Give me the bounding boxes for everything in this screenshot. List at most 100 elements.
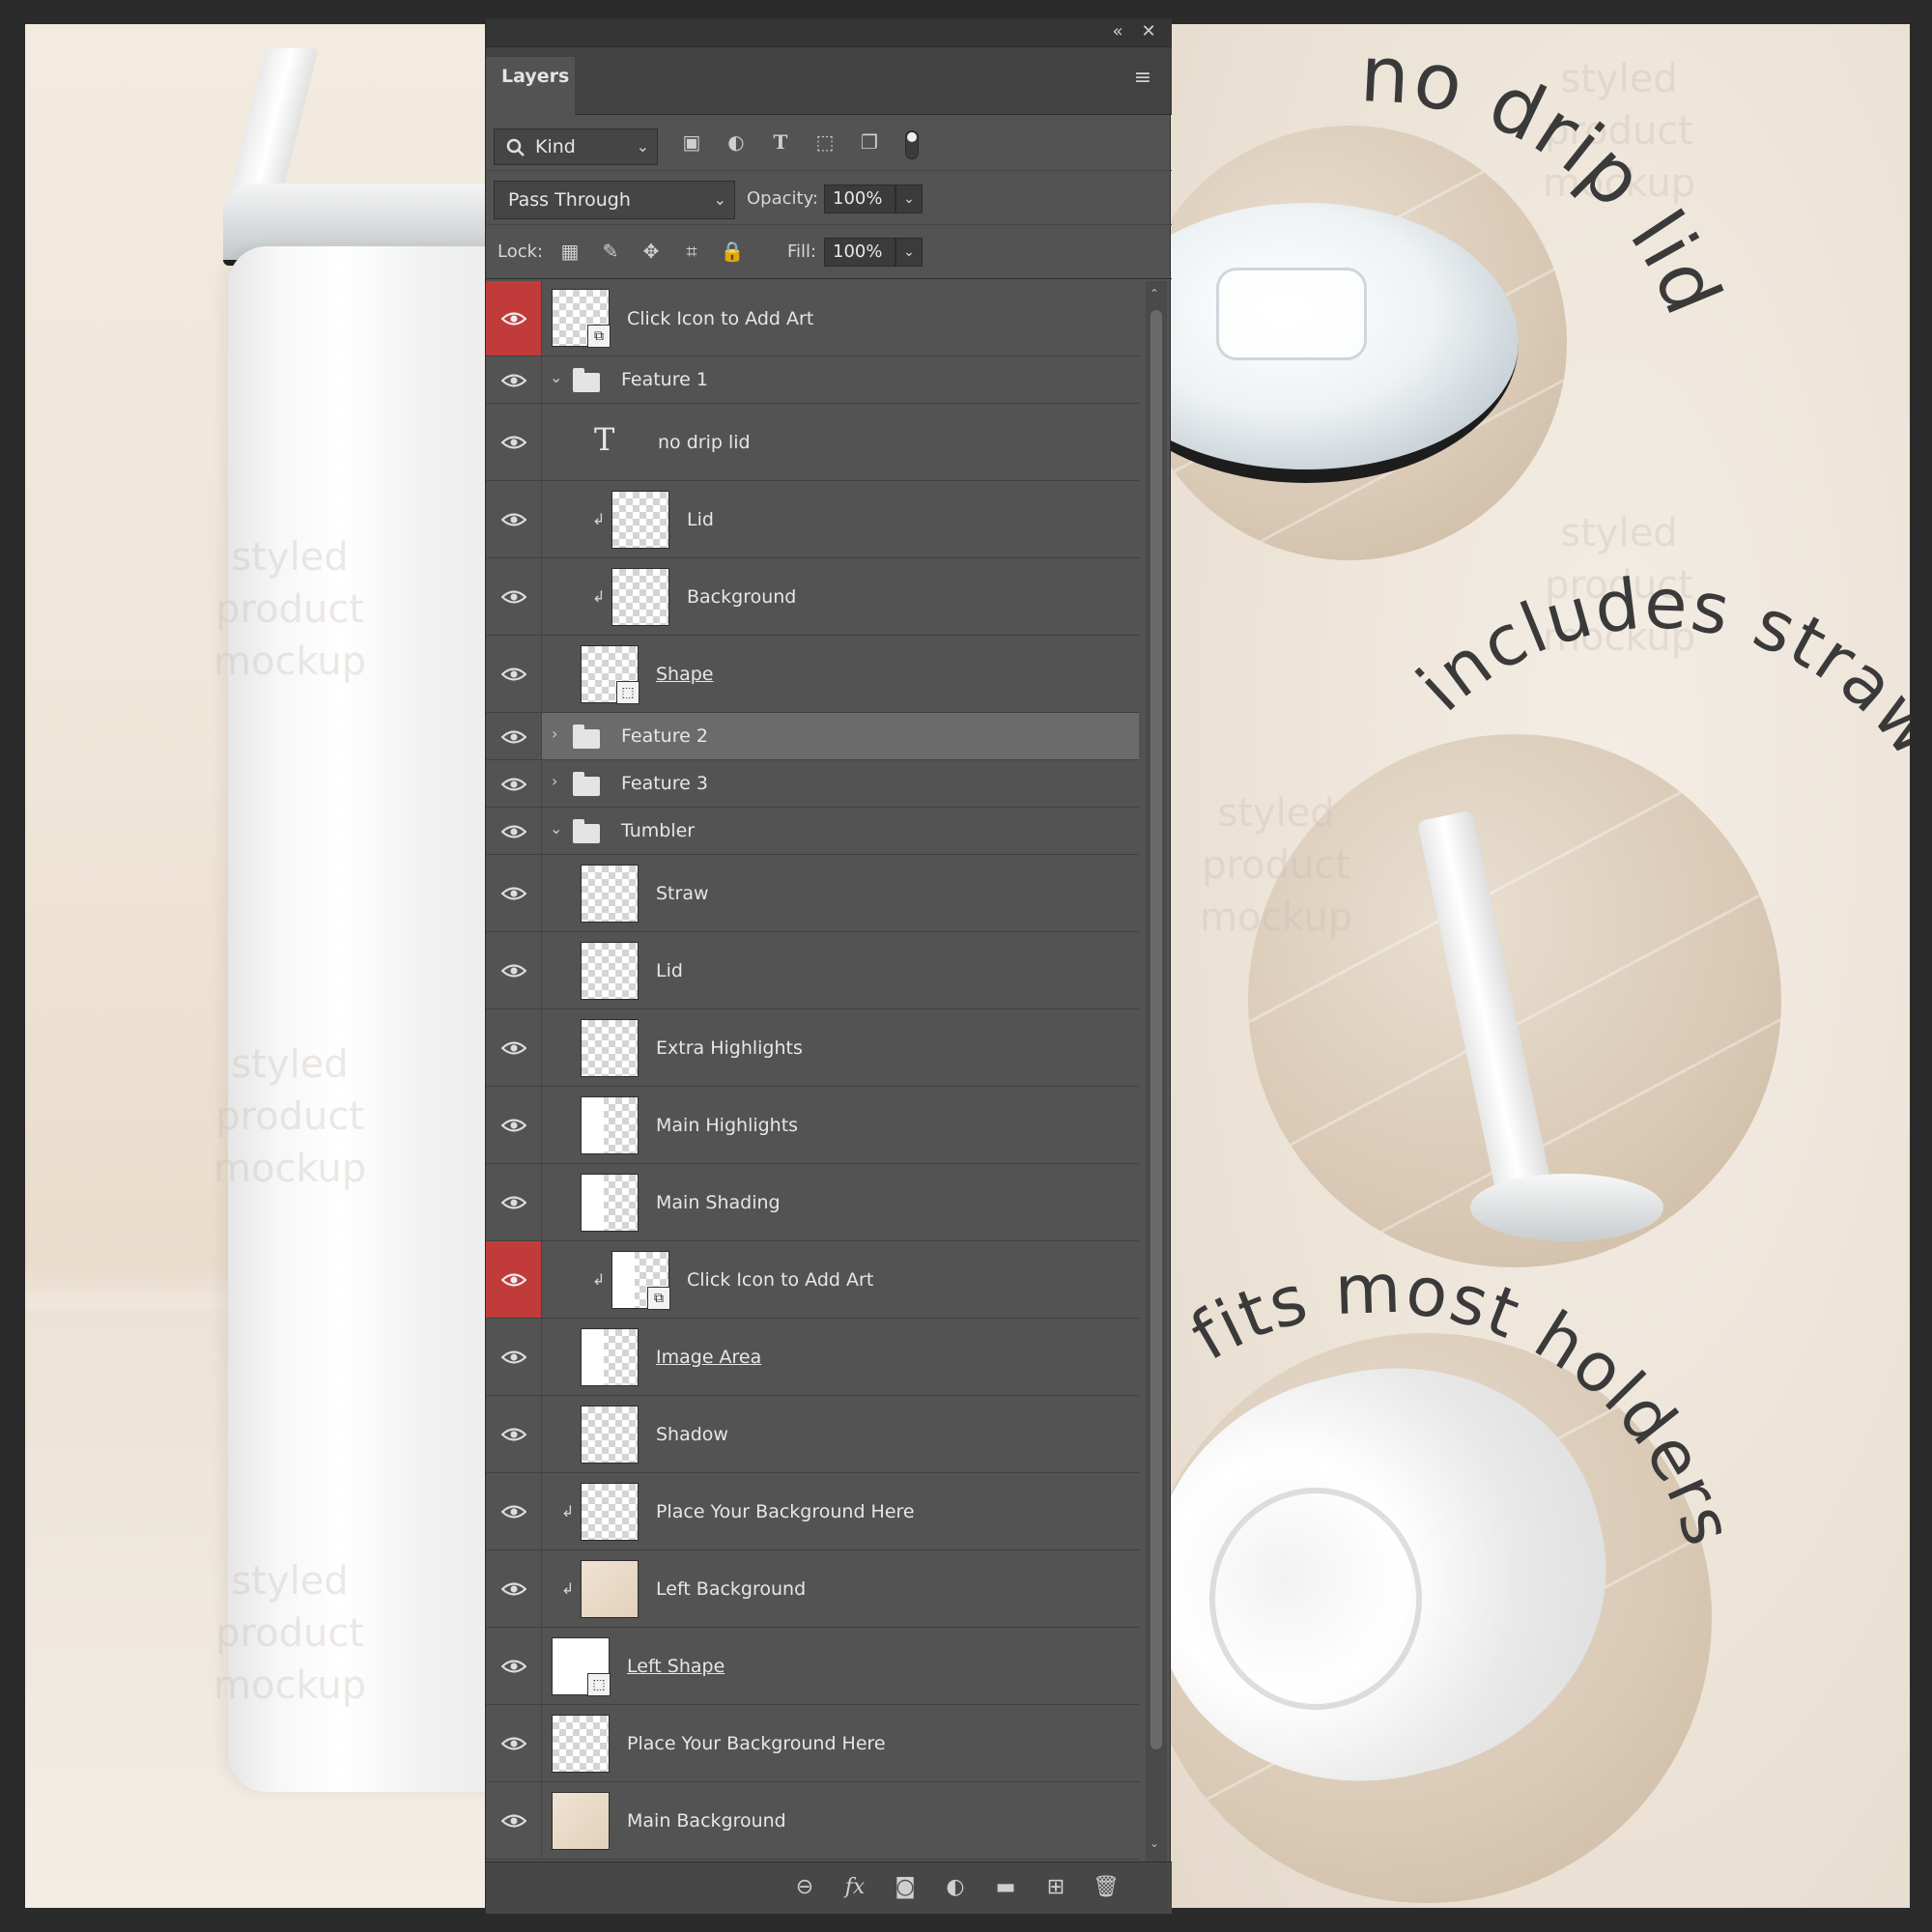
visibility-toggle[interactable] [486,636,542,712]
layer-row[interactable]: ⌄ Feature 1 [486,356,1139,404]
add-mask-icon[interactable]: ◙ [888,1874,923,1901]
layer-name[interactable]: Left Shape [627,1656,724,1677]
filter-toggle-icon[interactable] [905,130,919,159]
left-canvas-view[interactable]: styled product mockup styled product moc… [25,24,485,1908]
link-layers-icon[interactable]: ⊖ [787,1874,822,1901]
layer-thumbnail[interactable] [611,568,669,626]
layer-thumbnail[interactable] [552,1792,610,1850]
layer-row[interactable]: ⧉ Click Icon to Add Art [486,281,1139,356]
lock-paint-icon[interactable]: ✎ [596,238,625,265]
layer-thumbnail[interactable] [581,1406,639,1463]
layers-list[interactable]: ⧉ Click Icon to Add Art ⌄ Feature 1 T no… [486,281,1139,1861]
layer-name[interactable]: Lid [687,509,714,530]
visibility-toggle[interactable] [486,1164,542,1240]
layer-row[interactable]: Main Background [486,1782,1139,1860]
layer-thumbnail[interactable]: ⧉ [552,289,611,348]
layer-row[interactable]: ↲ ⧉ Click Icon to Add Art [486,1241,1139,1319]
visibility-toggle[interactable] [486,1396,542,1472]
visibility-toggle[interactable] [486,1550,542,1627]
layer-name[interactable]: Place Your Background Here [627,1733,886,1754]
visibility-toggle[interactable] [486,558,542,635]
layer-name[interactable]: Feature 2 [621,725,708,747]
layer-name[interactable]: no drip lid [658,432,751,453]
layer-thumbnail[interactable]: ⬚ [581,645,639,704]
visibility-toggle[interactable] [486,404,542,480]
layer-row[interactable]: Image Area [486,1319,1139,1396]
layer-name[interactable]: Feature 1 [621,369,708,390]
layer-name[interactable]: Background [687,586,796,608]
lock-position-icon[interactable]: ✥ [637,238,666,265]
visibility-toggle[interactable] [486,1473,542,1549]
visibility-toggle[interactable] [486,356,542,403]
visibility-toggle[interactable] [486,1241,542,1318]
visibility-toggle[interactable] [486,808,542,854]
layer-row[interactable]: Main Shading [486,1164,1139,1241]
lock-artboard-icon[interactable]: ⌗ [677,238,706,265]
opacity-field[interactable]: 100% [824,185,895,213]
scroll-up-icon[interactable]: ⌃ [1150,287,1159,300]
layer-row[interactable]: Straw [486,855,1139,932]
layer-name[interactable]: Click Icon to Add Art [627,308,813,329]
visibility-toggle[interactable] [486,1628,542,1704]
layer-name[interactable]: Main Shading [656,1192,781,1213]
layer-row[interactable]: ↲ Left Background [486,1550,1139,1628]
blend-mode-select[interactable]: Pass Through ⌄ [494,181,735,219]
layer-name[interactable]: Straw [656,883,709,904]
layer-thumbnail[interactable] [581,1560,639,1618]
layer-row[interactable]: Lid [486,932,1139,1009]
layer-name[interactable]: Main Background [627,1810,786,1832]
adjustment-filter-icon[interactable]: ◐ [720,128,753,156]
new-layer-icon[interactable]: ⊞ [1038,1874,1073,1901]
visibility-toggle[interactable] [486,481,542,557]
layer-thumbnail[interactable] [552,1715,610,1773]
lock-all-icon[interactable]: 🔒 [718,238,747,265]
layer-row[interactable]: Extra Highlights [486,1009,1139,1087]
lock-transparent-icon[interactable]: ▦ [555,238,584,265]
layer-thumbnail[interactable] [581,1483,639,1541]
visibility-toggle[interactable] [486,1782,542,1859]
layer-row[interactable]: › Feature 2 [486,713,1139,760]
fx-icon[interactable]: fx [838,1874,872,1901]
layer-thumbnail[interactable] [581,942,639,1000]
right-canvas-view[interactable]: styled product mockup styled product moc… [1171,24,1910,1908]
chevron-right-icon[interactable]: › [552,772,557,790]
visibility-toggle[interactable] [486,713,542,759]
visibility-toggle[interactable] [486,281,542,355]
adjustment-layer-icon[interactable]: ◐ [938,1874,973,1901]
layer-thumbnail[interactable] [581,865,639,923]
layer-row[interactable]: ⌄ Tumbler [486,808,1139,855]
pixel-filter-icon[interactable]: ▣ [675,128,708,156]
layer-name[interactable]: Click Icon to Add Art [687,1269,873,1291]
visibility-toggle[interactable] [486,855,542,931]
layer-name[interactable]: Place Your Background Here [656,1501,915,1522]
chevron-down-icon[interactable]: ⌄ [550,819,562,838]
layer-thumbnail[interactable]: ⬚ [552,1637,611,1696]
type-filter-icon[interactable]: T [764,128,797,156]
visibility-toggle[interactable] [486,1009,542,1086]
layer-name[interactable]: Left Background [656,1578,806,1600]
layer-name[interactable]: Feature 3 [621,773,708,794]
layer-row[interactable]: ↲ Background [486,558,1139,636]
tab-layers[interactable]: Layers [486,57,575,115]
panel-menu-icon[interactable]: ≡ [1127,65,1158,92]
fill-field[interactable]: 100% [824,238,895,267]
filter-kind-select[interactable]: Kind ⌄ [494,128,658,165]
layer-name[interactable]: Main Highlights [656,1115,798,1136]
smart-object-filter-icon[interactable]: ❐ [853,128,886,156]
layer-row[interactable]: ⬚ Left Shape [486,1628,1139,1705]
visibility-toggle[interactable] [486,1319,542,1395]
layer-row[interactable]: ⬚ Shape [486,636,1139,713]
chevron-right-icon[interactable]: › [552,724,557,743]
layer-thumbnail[interactable] [581,1328,639,1386]
visibility-toggle[interactable] [486,1087,542,1163]
visibility-toggle[interactable] [486,932,542,1009]
new-group-icon[interactable]: ▬ [988,1874,1023,1901]
chevron-down-icon[interactable]: ⌄ [550,368,562,386]
layer-thumbnail[interactable] [611,491,669,549]
layers-panel[interactable]: « ✕ Layers ≡ Kind ⌄ ▣ ◐ T ⬚ ❐ Pass Throu… [485,17,1172,1914]
layer-row[interactable]: Main Highlights [486,1087,1139,1164]
layer-name[interactable]: Lid [656,960,683,981]
layers-scrollbar[interactable]: ⌃ ⌄ [1146,281,1167,1861]
layer-row[interactable]: › Feature 3 [486,760,1139,808]
layer-row[interactable]: T no drip lid [486,404,1139,481]
